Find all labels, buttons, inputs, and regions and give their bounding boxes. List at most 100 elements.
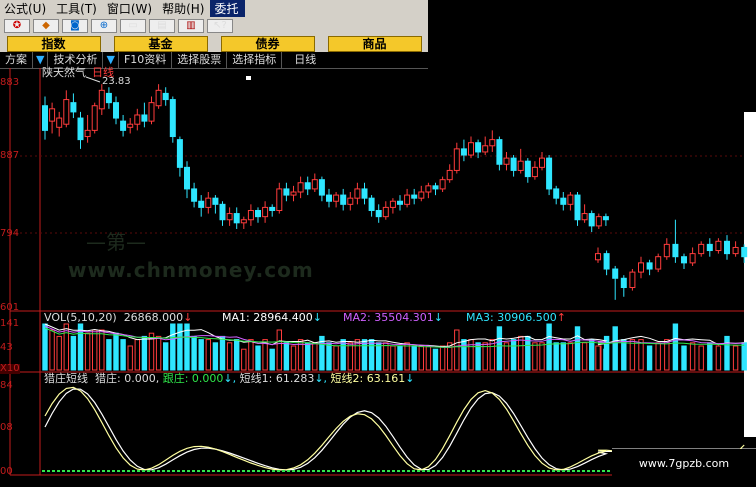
volume-bar-83 xyxy=(621,339,627,371)
candle-body-71 xyxy=(546,157,553,190)
volume-bar-69 xyxy=(532,342,538,371)
volume-bar-94 xyxy=(715,345,722,371)
volume-bar-24 xyxy=(212,342,219,371)
chart-icon[interactable]: ▥ xyxy=(178,19,204,33)
candle-body-52 xyxy=(411,194,418,199)
candle-body-22 xyxy=(198,200,205,208)
table-icon[interactable]: ▤ xyxy=(149,19,175,33)
volume-bar-20 xyxy=(184,323,190,371)
vol-ma1: MA1: 28964.400↓ xyxy=(222,311,322,324)
tab-scheme[interactable]: 方案 xyxy=(0,52,33,68)
volume-bar-71 xyxy=(546,323,552,371)
volume-bar-45 xyxy=(361,339,368,371)
indicator-line1: 猎庄: 0.000, xyxy=(95,372,160,385)
candle-body-64 xyxy=(496,139,503,165)
help-pointer-icon[interactable]: ↖? xyxy=(207,19,233,33)
volume-bar-59 xyxy=(461,339,467,371)
volume-bar-81 xyxy=(603,335,610,371)
candle-body-57 xyxy=(446,169,453,181)
category-fund[interactable]: 基金 xyxy=(113,35,208,52)
candle-body-76 xyxy=(581,213,588,221)
menu-help[interactable]: 帮助(H) xyxy=(158,0,210,17)
volume-bar-63 xyxy=(489,339,496,371)
candle-body-32 xyxy=(269,206,276,211)
candle-body-10 xyxy=(113,102,119,119)
vol-ma1-value: 28964.400 xyxy=(253,311,313,324)
volume-bar-58 xyxy=(454,329,460,371)
candle-body-69 xyxy=(531,166,538,178)
volume-bar-18 xyxy=(170,323,176,371)
candle-body-42 xyxy=(340,194,347,205)
volume-bar-30 xyxy=(255,345,261,371)
candle-body-21 xyxy=(191,188,198,202)
candle-body-53 xyxy=(418,191,425,199)
volume-bar-44 xyxy=(354,339,361,371)
tab-select-stock[interactable]: 选择股票 xyxy=(172,52,228,68)
volume-bar-29 xyxy=(248,339,254,371)
vol-axis-2: 43 xyxy=(0,342,13,353)
candle-body-23 xyxy=(205,197,212,208)
candle-body-85 xyxy=(638,262,644,273)
report-icon[interactable]: ▭ xyxy=(120,19,146,33)
candle-body-93 xyxy=(706,243,713,252)
candle-body-89 xyxy=(672,243,679,258)
volume-bar-74 xyxy=(567,342,574,371)
candle-body-40 xyxy=(326,194,332,202)
globe-icon[interactable]: ⊕ xyxy=(91,19,117,33)
volume-bar-38 xyxy=(312,342,318,371)
site-label: www.7gpzb.com xyxy=(612,449,756,487)
candle-body-20 xyxy=(184,166,190,190)
candle-body-38 xyxy=(311,179,318,190)
tab-f10-info[interactable]: F10资料 xyxy=(119,52,173,68)
volume-bar-64 xyxy=(496,326,503,371)
vol-ma2-line xyxy=(44,325,745,348)
ind-axis-3: 00 xyxy=(0,466,13,477)
ind-axis-1: 84 xyxy=(0,380,13,391)
volume-bar-84 xyxy=(629,339,636,371)
candle-body-54 xyxy=(425,185,432,193)
volume-bar-3 xyxy=(63,323,69,371)
menu-window[interactable]: 窗口(W) xyxy=(103,0,158,17)
candle-body-94 xyxy=(715,240,722,252)
candle-body-56 xyxy=(439,179,446,190)
volume-bar-56 xyxy=(439,345,446,371)
candle-body-30 xyxy=(255,209,261,218)
news-icon[interactable]: ◙ xyxy=(62,19,88,33)
candle-body-72 xyxy=(553,188,560,199)
candle-body-46 xyxy=(368,197,375,211)
volume-bar-92 xyxy=(698,345,704,371)
candle-body-13 xyxy=(134,114,141,125)
volume-bar-53 xyxy=(418,345,425,371)
candle-body-29 xyxy=(247,209,254,221)
price-axis-label-3: 794 xyxy=(0,228,20,239)
volume-bar-7 xyxy=(92,329,98,371)
category-bond[interactable]: 债券 xyxy=(220,35,315,52)
vol-ma2: MA2: 35504.301↓ xyxy=(343,311,443,324)
volume-bar-68 xyxy=(525,335,531,371)
candle-body-6 xyxy=(84,129,91,138)
category-index[interactable]: 指数 xyxy=(6,35,101,52)
candle-body-18 xyxy=(169,99,176,138)
refresh-icon[interactable]: ✪ xyxy=(4,19,30,33)
menu-formula[interactable]: 公式(U) xyxy=(0,0,52,17)
candle-body-55 xyxy=(432,185,439,190)
candle-body-36 xyxy=(297,182,304,193)
right-white-panel xyxy=(744,112,756,437)
candle-body-31 xyxy=(262,206,269,218)
menu-tools[interactable]: 工具(T) xyxy=(52,0,103,17)
watermark-text: www.chnmoney.com xyxy=(68,258,314,282)
tab-select-indicator[interactable]: 选择指标 xyxy=(227,52,283,68)
candle-body-51 xyxy=(404,194,411,205)
candle-body-47 xyxy=(375,209,382,218)
category-commodity[interactable]: 商品 xyxy=(327,35,422,52)
candle-body-24 xyxy=(212,197,219,205)
menu-entrust[interactable]: 委托 xyxy=(210,0,245,17)
volume-bar-5 xyxy=(77,323,84,371)
vol-value: 26868.000 xyxy=(123,311,184,324)
volume-bar-17 xyxy=(163,342,169,371)
candle-body-84 xyxy=(629,271,636,289)
volume-bar-88 xyxy=(664,339,670,371)
tab-daily[interactable]: 日线 xyxy=(282,52,321,68)
candle-body-73 xyxy=(560,197,567,205)
diamond-icon[interactable]: ◆ xyxy=(33,19,59,33)
